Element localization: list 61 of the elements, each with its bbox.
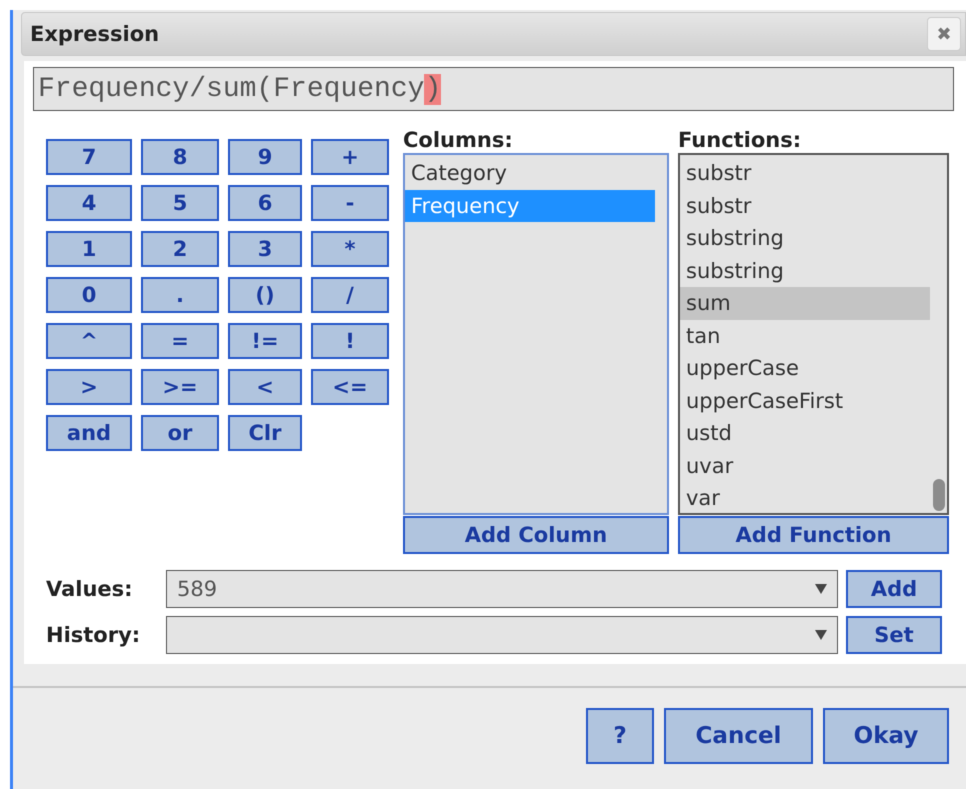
keypad-button[interactable]: <= <box>311 369 389 405</box>
list-item[interactable]: var <box>680 482 930 514</box>
dialog-button[interactable]: ? <box>586 708 654 764</box>
list-item[interactable]: uvar <box>680 450 930 482</box>
keypad-button[interactable]: () <box>228 277 302 313</box>
list-item[interactable]: Frequency <box>405 190 655 222</box>
window-title: Expression <box>30 22 160 46</box>
dialog-button[interactable]: Okay <box>823 708 949 764</box>
list-item[interactable]: tan <box>680 320 930 352</box>
keypad-button[interactable]: * <box>311 231 389 267</box>
keypad-button[interactable]: 0 <box>46 277 132 313</box>
keypad-button[interactable]: ^ <box>46 323 132 359</box>
keypad-button[interactable]: 1 <box>46 231 132 267</box>
list-item[interactable]: substring <box>680 254 930 287</box>
dialog-button[interactable]: Cancel <box>664 708 813 764</box>
keypad-button[interactable]: = <box>141 323 219 359</box>
keypad-button[interactable]: Clr <box>228 415 302 451</box>
dropdown[interactable] <box>166 616 838 654</box>
keypad-button[interactable]: ! <box>311 323 389 359</box>
list-item[interactable]: substring <box>680 222 930 254</box>
keypad-button[interactable]: 9 <box>228 139 302 175</box>
keypad-button[interactable]: and <box>46 415 132 451</box>
keypad-button[interactable]: < <box>228 369 302 405</box>
keypad-button[interactable]: or <box>141 415 219 451</box>
list-item[interactable]: Category <box>405 157 655 190</box>
add-column-button[interactable]: Add Column <box>403 516 669 554</box>
columns-list[interactable]: Category Frequency <box>403 153 669 515</box>
keypad-button[interactable]: 4 <box>46 185 132 221</box>
keypad-button[interactable]: / <box>311 277 389 313</box>
action-button[interactable]: Set <box>846 616 942 654</box>
keypad-button[interactable]: 7 <box>46 139 132 175</box>
list-item[interactable]: substr <box>680 190 930 222</box>
keypad-button[interactable]: 3 <box>228 231 302 267</box>
keypad-button[interactable]: 8 <box>141 139 219 175</box>
dropdown-arrow-icon <box>815 630 827 640</box>
list-label: Columns: <box>403 127 514 153</box>
keypad-button[interactable]: . <box>141 277 219 313</box>
action-button[interactable]: Add <box>846 570 942 608</box>
keypad-button[interactable]: != <box>228 323 302 359</box>
list-item[interactable]: ustd <box>680 417 930 450</box>
field-label: Values: <box>46 577 134 601</box>
field-label: History: <box>46 623 142 647</box>
keypad-button[interactable]: 2 <box>141 231 219 267</box>
keypad-button[interactable]: > <box>46 369 132 405</box>
list-item[interactable]: substr <box>680 157 930 190</box>
list-item[interactable]: upperCaseFirst <box>680 384 930 417</box>
list-label: Functions: <box>678 127 802 153</box>
keypad-button[interactable]: 6 <box>228 185 302 221</box>
keypad-button[interactable]: 5 <box>141 185 219 221</box>
expression-field[interactable]: Frequency/sum(Frequency) <box>33 67 954 111</box>
scrollbar-thumb[interactable] <box>933 479 945 511</box>
keypad-button[interactable]: >= <box>141 369 219 405</box>
close-button[interactable]: ✖ <box>927 17 961 51</box>
functions-list[interactable]: substr substr substring substring sum tan upperCase upperCaseFirst ustd uvar var <box>678 153 949 515</box>
add-function-button[interactable]: Add Function <box>678 516 949 554</box>
list-item[interactable]: upperCase <box>680 352 930 384</box>
keypad-button[interactable]: + <box>311 139 389 175</box>
list-item[interactable]: sum <box>680 287 930 320</box>
dropdown-arrow-icon <box>815 584 827 594</box>
dropdown[interactable]: 589 <box>166 570 838 608</box>
keypad-button[interactable]: - <box>311 185 389 221</box>
